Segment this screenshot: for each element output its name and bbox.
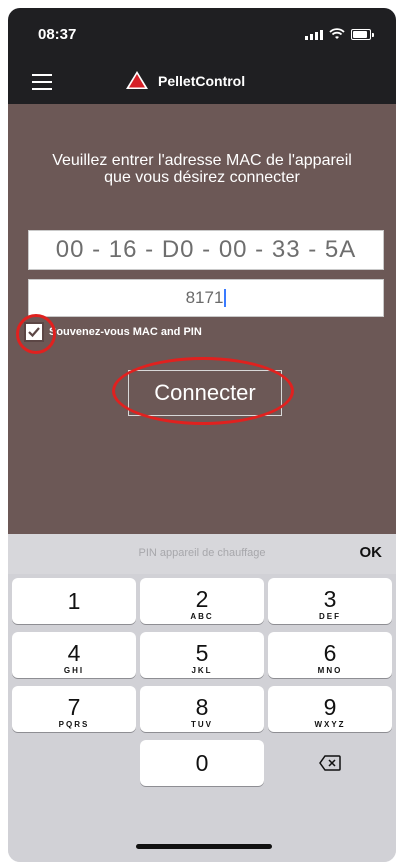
key-digit: 2 — [195, 586, 209, 612]
numeric-keypad: 1 2 ABC 3 DEF 4 GHI 5 JKL 6 MNO 7 PQRS 8… — [8, 574, 396, 862]
app-title: PelletControl — [158, 73, 246, 89]
key-letters: WXYZ — [314, 720, 346, 729]
remember-label: Souvenez-vous MAC and PIN — [49, 326, 202, 338]
key-digit: 8 — [195, 694, 209, 720]
battery-icon — [351, 29, 374, 40]
pin-field[interactable]: 8171 — [28, 279, 384, 317]
key-digit: 1 — [67, 588, 81, 614]
status-time: 08:37 — [38, 26, 77, 43]
backspace-icon — [319, 755, 341, 771]
keyboard-toolbar: PIN appareil de chauffage OK — [8, 534, 396, 574]
ok-button[interactable]: OK — [360, 544, 383, 561]
status-bar: 08:37 — [8, 8, 396, 58]
key-letters: MNO — [317, 666, 343, 675]
key-digit: 9 — [323, 694, 337, 720]
key-letters: PQRS — [58, 720, 90, 729]
checkmark-icon — [28, 327, 40, 338]
keyboard-hint: PIN appareil de chauffage — [138, 547, 266, 559]
connect-button[interactable]: Connecter — [128, 370, 282, 416]
app-logo — [126, 71, 148, 89]
status-icons — [305, 28, 374, 40]
key-digit: 6 — [323, 640, 337, 666]
instruction-text: Veuillez entrer l'adresse MAC de l'appar… — [52, 152, 352, 186]
key-4[interactable]: 4 GHI — [12, 632, 136, 678]
key-digit: 5 — [195, 640, 209, 666]
key-letters: JKL — [191, 666, 213, 675]
key-6[interactable]: 6 MNO — [268, 632, 392, 678]
key-letters: ABC — [190, 612, 214, 621]
key-digit: 4 — [67, 640, 81, 666]
key-digit: 0 — [195, 750, 209, 776]
key-9[interactable]: 9 WXYZ — [268, 686, 392, 732]
connect-panel: Veuillez entrer l'adresse MAC de l'appar… — [8, 104, 396, 534]
connect-button-label: Connecter — [154, 380, 256, 405]
key-digit: 3 — [323, 586, 337, 612]
delete-key[interactable] — [268, 740, 392, 786]
key-0[interactable]: 0 — [140, 740, 264, 786]
mac-address-value: 00 - 16 - D0 - 00 - 33 - 5A — [55, 236, 357, 263]
wifi-icon — [329, 28, 345, 39]
phone-screen: 08:37 PelletControl Veuillez entrer l'ad — [8, 8, 396, 862]
remember-option: Souvenez-vous MAC and PIN — [24, 322, 202, 342]
key-8[interactable]: 8 TUV — [140, 686, 264, 732]
text-cursor — [224, 289, 227, 307]
key-letters: TUV — [191, 720, 213, 729]
key-letters: GHI — [63, 666, 85, 675]
key-7[interactable]: 7 PQRS — [12, 686, 136, 732]
home-indicator[interactable] — [136, 844, 272, 849]
signal-icon — [305, 30, 323, 40]
key-5[interactable]: 5 JKL — [140, 632, 264, 678]
key-1[interactable]: 1 — [12, 578, 136, 624]
key-digit: 7 — [67, 694, 81, 720]
remember-checkbox[interactable] — [24, 322, 44, 342]
mac-address-field[interactable]: 00 - 16 - D0 - 00 - 33 - 5A — [28, 230, 384, 270]
key-letters: DEF — [319, 612, 341, 621]
pin-value: 8171 — [185, 288, 224, 307]
menu-icon[interactable] — [32, 69, 52, 91]
key-2[interactable]: 2 ABC — [140, 578, 264, 624]
key-3[interactable]: 3 DEF — [268, 578, 392, 624]
nav-bar: PelletControl — [8, 58, 396, 104]
